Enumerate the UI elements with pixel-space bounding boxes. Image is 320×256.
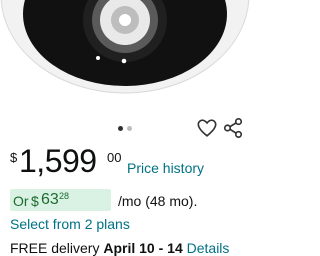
delivery-details-link[interactable]: Details	[187, 240, 230, 256]
financing-term: /mo (48 mo).	[118, 193, 198, 209]
financing-whole: 63	[41, 191, 59, 208]
financing-prefix: Or	[13, 193, 29, 209]
camera-illustration	[0, 0, 250, 94]
delivery-label: FREE delivery	[10, 240, 100, 256]
financing-currency: $	[31, 193, 39, 209]
product-image[interactable]	[0, 0, 250, 115]
carousel-dot[interactable]	[127, 126, 132, 131]
financing-offer: Or $ 63 28 /mo (48 mo).	[10, 189, 245, 213]
select-plans-link[interactable]: Select from 2 plans	[10, 216, 130, 232]
financing-fraction: 28	[59, 191, 70, 201]
price-whole: 1,599	[19, 143, 97, 179]
delivery-dates: April 10 - 14	[103, 240, 183, 256]
price-currency: $	[10, 150, 18, 165]
delivery-info: FREE delivery April 10 - 14 Details	[10, 240, 229, 256]
price-block: $ 1,599 00 Price history	[10, 142, 245, 182]
price-fraction: 00	[107, 150, 122, 165]
share-icon[interactable]	[222, 117, 244, 139]
carousel-dot-active[interactable]	[118, 126, 123, 131]
heart-icon[interactable]	[196, 117, 218, 139]
price-history-link[interactable]: Price history	[127, 160, 204, 176]
